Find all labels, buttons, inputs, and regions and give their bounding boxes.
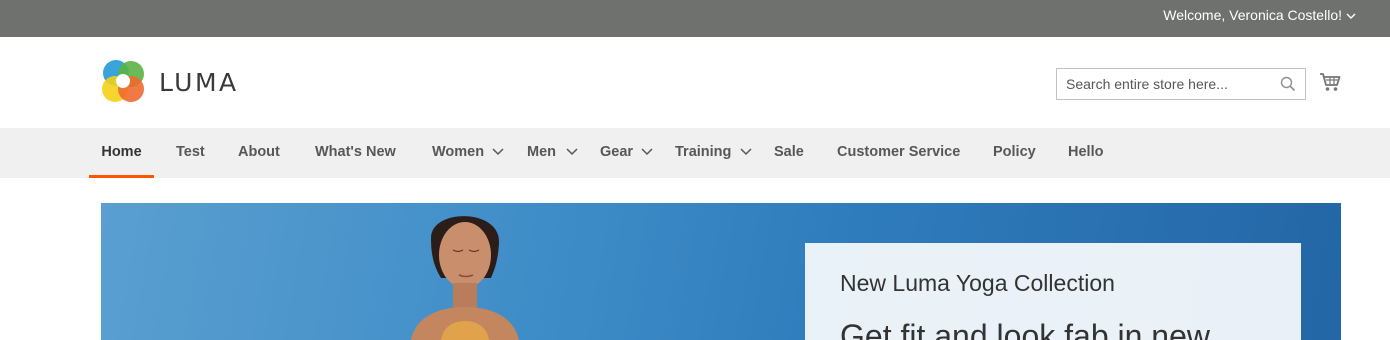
- promo-subtitle: Get fit and look fab in new: [840, 318, 1210, 340]
- search-input[interactable]: [1057, 69, 1272, 99]
- nav-item-sale[interactable]: Sale: [774, 128, 804, 178]
- luma-logo-icon: [102, 60, 144, 102]
- nav-item-gear[interactable]: Gear: [600, 128, 633, 178]
- nav-item-hello[interactable]: Hello: [1068, 128, 1103, 178]
- training-chevron-icon[interactable]: [740, 148, 752, 156]
- hero-banner[interactable]: New Luma Yoga Collection Get fit and loo…: [101, 203, 1341, 340]
- logo-text: LUMA: [159, 68, 239, 97]
- nav-item-test[interactable]: Test: [176, 128, 205, 178]
- nav-item-home[interactable]: Home: [89, 128, 154, 178]
- header: LUMA: [0, 37, 1390, 128]
- yoga-model-image: [411, 216, 519, 340]
- welcome-menu[interactable]: Welcome, Veronica Costello!: [1163, 0, 1342, 37]
- promo-title: New Luma Yoga Collection: [840, 270, 1115, 296]
- nav-item-customer-service[interactable]: Customer Service: [837, 128, 960, 178]
- top-panel: Welcome, Veronica Costello!: [0, 0, 1390, 37]
- women-chevron-icon[interactable]: [492, 148, 504, 156]
- nav-item-women[interactable]: Women: [432, 128, 484, 178]
- nav-item-men[interactable]: Men: [527, 128, 556, 178]
- gear-chevron-icon[interactable]: [641, 148, 653, 156]
- nav-item-whats-new[interactable]: What's New: [315, 128, 396, 178]
- search-icon[interactable]: [1280, 76, 1296, 92]
- nav-item-about[interactable]: About: [238, 128, 280, 178]
- chevron-down-icon[interactable]: [1346, 11, 1356, 21]
- nav-item-policy[interactable]: Policy: [993, 128, 1036, 178]
- promo-box: New Luma Yoga Collection Get fit and loo…: [805, 243, 1301, 340]
- search-box: [1056, 68, 1306, 100]
- men-chevron-icon[interactable]: [566, 148, 578, 156]
- nav-item-training[interactable]: Training: [675, 128, 731, 178]
- logo[interactable]: LUMA: [101, 59, 251, 105]
- cart-icon[interactable]: [1319, 71, 1341, 93]
- main-navigation: Home Test About What's New Women Men Gea…: [0, 128, 1390, 284]
